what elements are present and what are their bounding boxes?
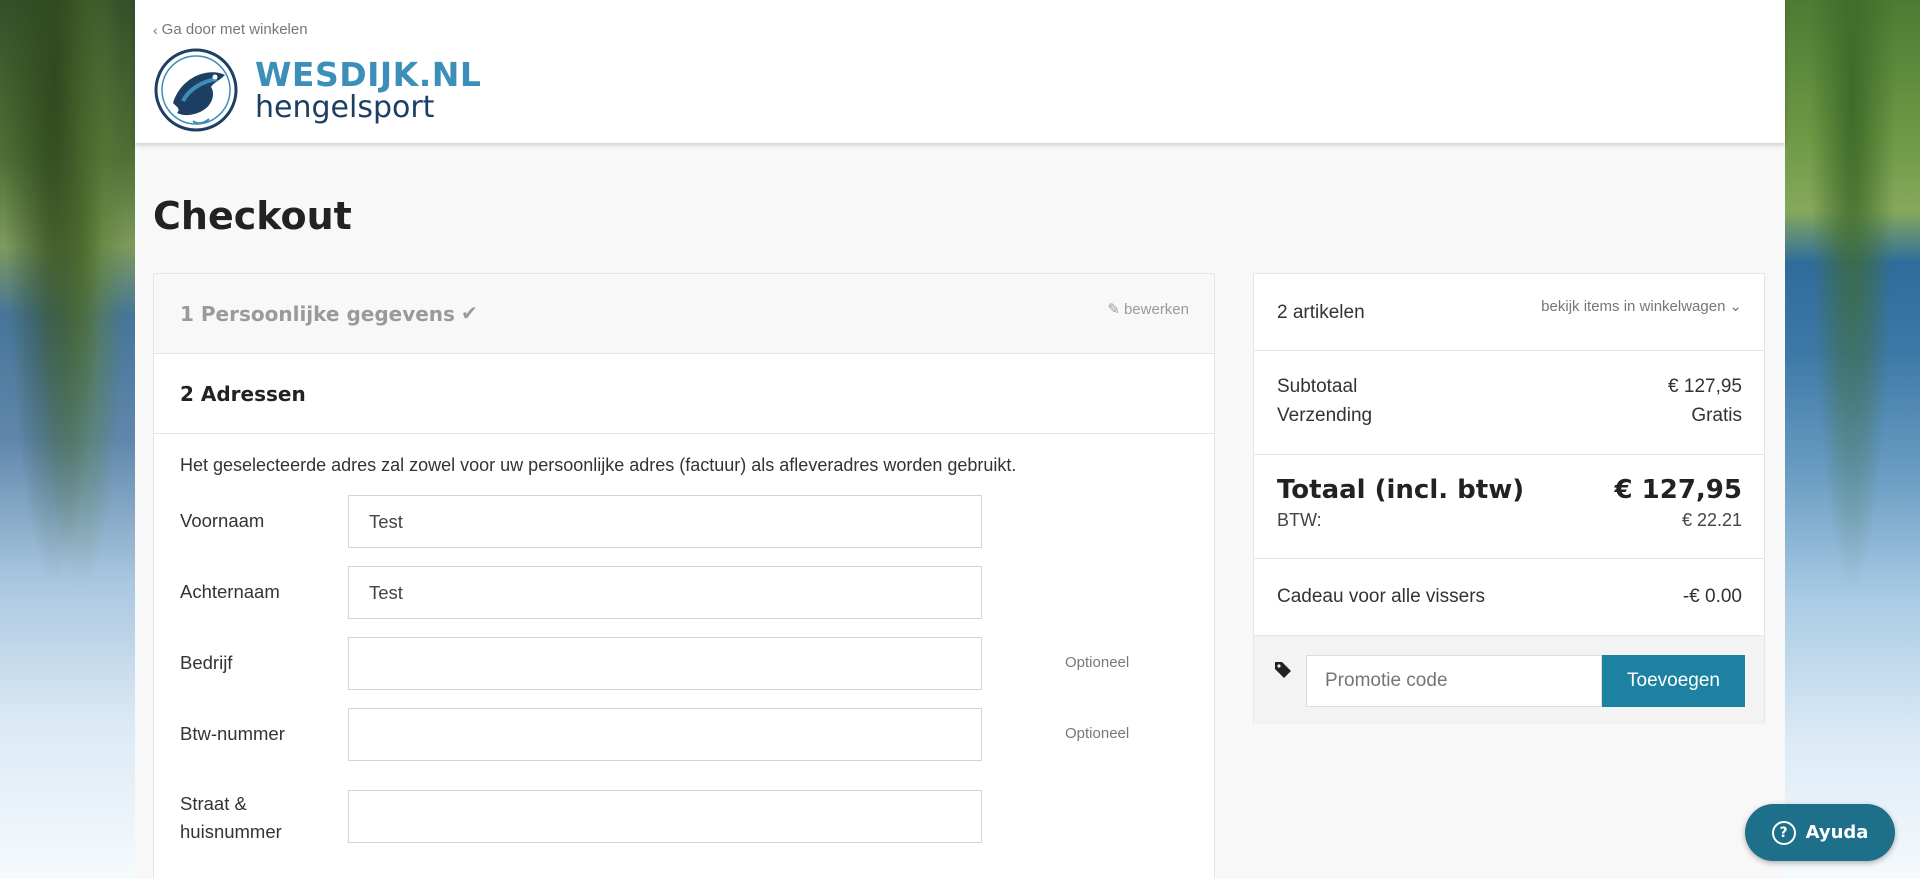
add-promo-button[interactable]: Toevoegen	[1602, 655, 1745, 707]
background-left	[0, 0, 135, 879]
btw-label: BTW:	[1277, 510, 1322, 530]
help-button[interactable]: ? Ayuda	[1745, 804, 1895, 861]
fish-logo-icon	[154, 48, 238, 132]
subtotal-row: Subtotaal € 127,95	[1277, 376, 1742, 398]
edit-label: bewerken	[1123, 300, 1189, 318]
summary-subtotals: Subtotaal € 127,95 Verzending Gratis	[1254, 351, 1764, 455]
address-note: Het geselecteerde adres zal zowel voor u…	[180, 455, 1017, 475]
summary-gift: Cadeau voor alle vissers -€ 0.00	[1254, 559, 1764, 636]
gift-label: Cadeau voor alle vissers	[1277, 586, 1486, 607]
step-addresses: 2 Adressen	[154, 354, 1214, 434]
logo-subtitle: hengelsport	[255, 89, 435, 125]
promo-section: Toevoegen	[1254, 636, 1764, 724]
summary-total: Totaal (incl. btw) € 127,95 BTW: € 22.21	[1254, 455, 1764, 559]
pencil-icon: ✎	[1107, 301, 1120, 318]
total-row: Totaal (incl. btw) € 127,95	[1277, 475, 1742, 505]
voornaam-input[interactable]	[348, 495, 982, 548]
btw-nummer-label: Btw-nummer	[180, 723, 285, 744]
summary-items: 2 artikelen bekijk items in winkelwagen …	[1254, 274, 1764, 351]
achternaam-label: Achternaam	[180, 581, 280, 602]
straat-label: Straat & huisnummer	[180, 793, 282, 842]
background-right	[1785, 0, 1920, 879]
continue-shopping-link[interactable]: ‹ Ga door met winkelen	[153, 21, 308, 38]
page-title: Checkout	[153, 194, 352, 238]
promo-code-input[interactable]	[1306, 655, 1602, 707]
continue-shopping-label: Ga door met winkelen	[161, 21, 308, 38]
step-personal-details[interactable]: 1 Persoonlijke gegevens ✔ ✎ bewerken	[154, 274, 1214, 354]
view-cart-link[interactable]: bekijk items in winkelwagen ⌄	[1541, 297, 1742, 316]
checkmark-icon: ✔	[460, 303, 478, 325]
shipping-label: Verzending	[1277, 405, 1373, 426]
straat-input[interactable]	[348, 790, 982, 843]
checkout-page: ‹ Ga door met winkelen WESDIJK.NL hengel…	[135, 0, 1785, 879]
step-1-title: 1 Persoonlijke gegevens	[180, 301, 455, 326]
btw-row: BTW: € 22.21	[1277, 510, 1742, 531]
btw-nummer-optional: Optioneel	[1065, 725, 1130, 742]
btw-value: € 22.21	[1681, 510, 1742, 530]
items-count: 2 artikelen	[1277, 302, 1365, 323]
subtotal-label: Subtotaal	[1277, 376, 1358, 397]
subtotal-value: € 127,95	[1668, 376, 1742, 397]
bedrijf-label: Bedrijf	[180, 652, 233, 673]
header: ‹ Ga door met winkelen WESDIJK.NL hengel…	[135, 0, 1785, 143]
question-icon: ?	[1771, 820, 1796, 845]
bedrijf-optional: Optioneel	[1065, 654, 1130, 671]
step-2-title: 2 Adressen	[180, 381, 306, 406]
logo-title: WESDIJK.NL	[255, 54, 482, 94]
voornaam-label: Voornaam	[180, 510, 265, 531]
chevron-left-icon: ‹	[153, 21, 158, 38]
shipping-value: Gratis	[1691, 405, 1742, 426]
tag-icon	[1275, 662, 1291, 678]
total-label: Totaal (incl. btw)	[1277, 475, 1525, 505]
total-value: € 127,95	[1614, 475, 1742, 505]
bedrijf-input[interactable]	[348, 637, 982, 690]
order-summary: 2 artikelen bekijk items in winkelwagen …	[1253, 273, 1765, 724]
view-cart-label: bekijk items in winkelwagen	[1541, 297, 1726, 315]
achternaam-input[interactable]	[348, 566, 982, 619]
shipping-row: Verzending Gratis	[1277, 405, 1742, 427]
edit-link[interactable]: ✎ bewerken	[1107, 300, 1189, 319]
btw-nummer-input[interactable]	[348, 708, 982, 761]
chevron-down-icon: ⌄	[1729, 298, 1742, 315]
logo[interactable]: WESDIJK.NL hengelsport	[153, 47, 481, 133]
gift-row: Cadeau voor alle vissers -€ 0.00	[1277, 586, 1742, 608]
gift-value: -€ 0.00	[1682, 586, 1742, 607]
help-label: Ayuda	[1805, 822, 1869, 843]
